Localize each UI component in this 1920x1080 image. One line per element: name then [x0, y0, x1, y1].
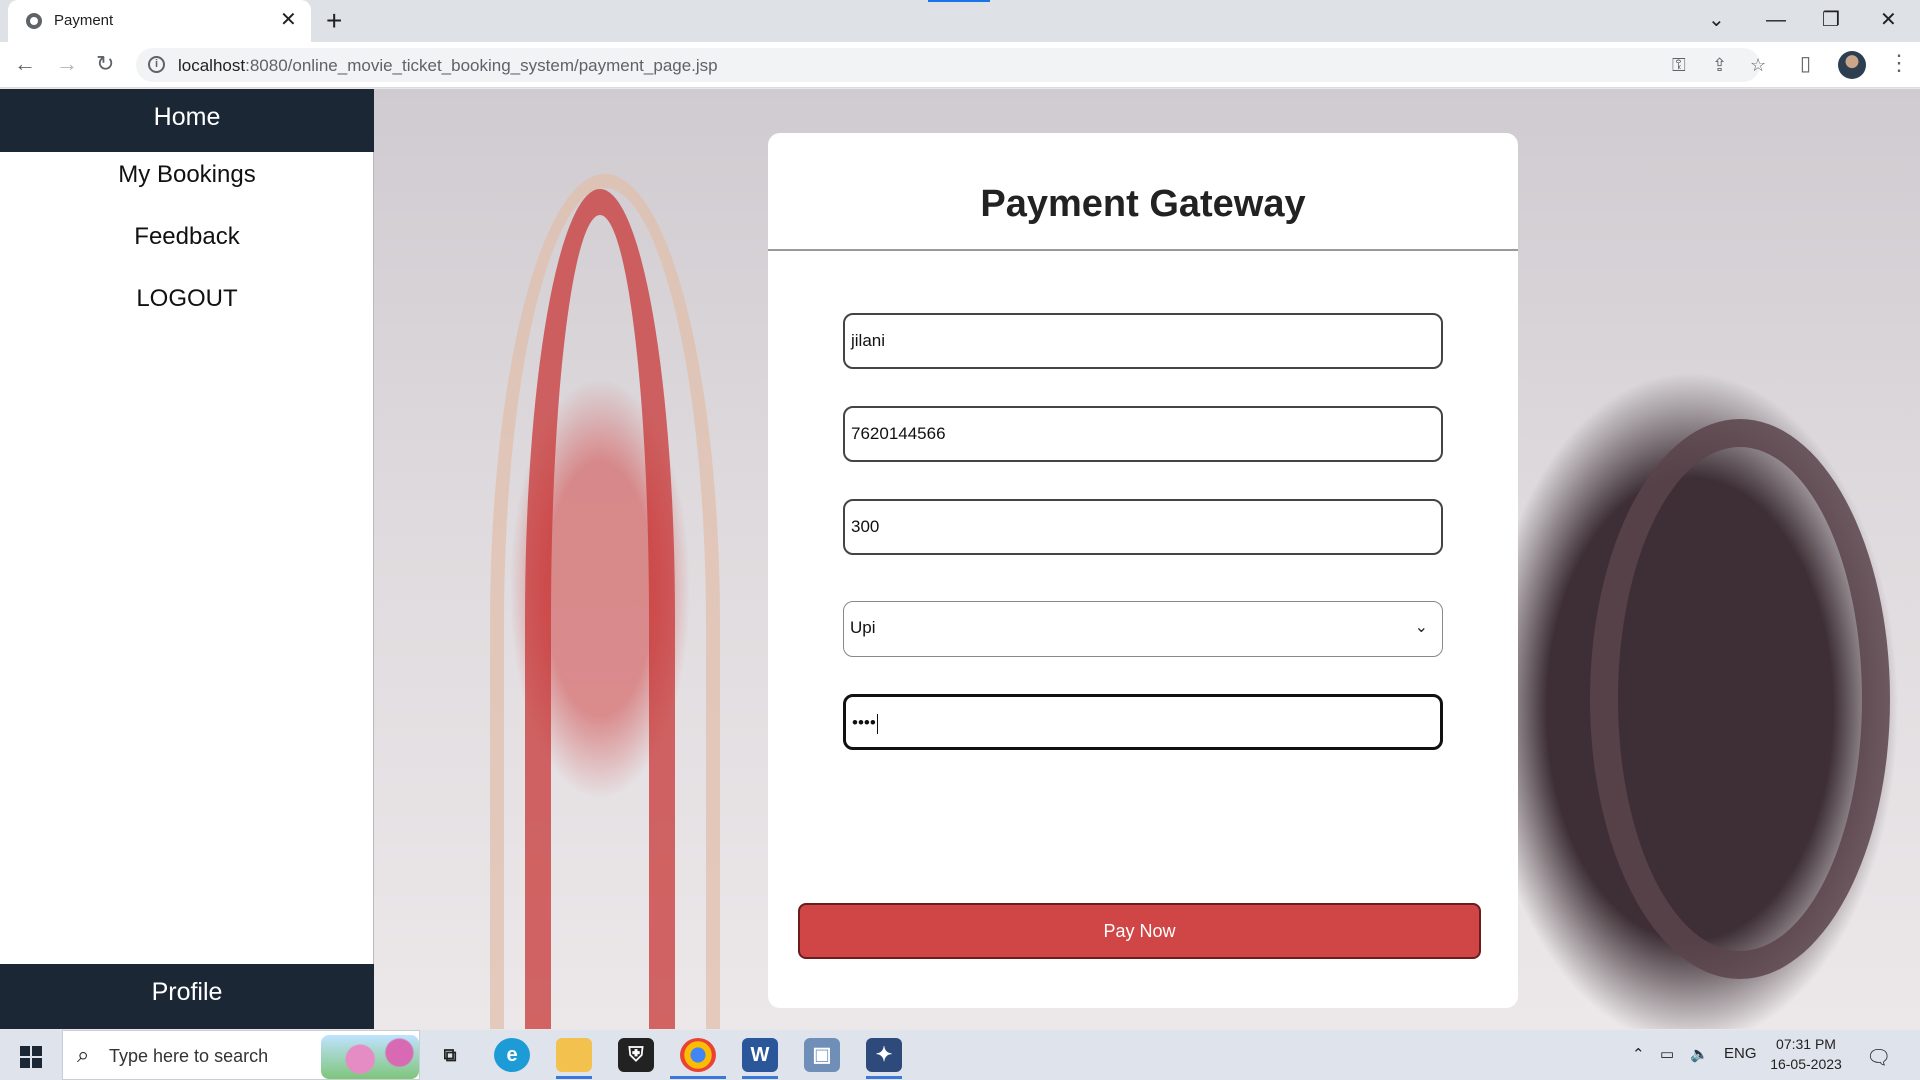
- payment-method-value: Upi: [850, 618, 876, 637]
- phone-field[interactable]: 7620144566: [843, 406, 1443, 462]
- text-caret: [876, 713, 878, 734]
- close-tab-icon[interactable]: ✕: [280, 9, 297, 31]
- active-app-indicator: [866, 1076, 902, 1079]
- sidebar-item-my-bookings[interactable]: My Bookings: [0, 161, 374, 189]
- language-indicator[interactable]: ENG: [1724, 1045, 1757, 1062]
- security-icon[interactable]: ⛨: [618, 1038, 654, 1072]
- name-field[interactable]: jilani: [843, 313, 1443, 369]
- reload-icon[interactable]: ↻: [96, 50, 114, 78]
- address-bar: ← → ↻ i localhost:8080/online_movie_tick…: [0, 42, 1920, 88]
- show-hidden-icons[interactable]: ⌃: [1632, 1045, 1645, 1063]
- film-strip-image: [525, 189, 675, 1029]
- volume-icon[interactable]: 🔈: [1690, 1045, 1709, 1063]
- chrome-icon[interactable]: [680, 1038, 716, 1072]
- page-title: Payment Gateway: [980, 183, 1306, 225]
- active-app-indicator: [556, 1076, 592, 1079]
- share-icon[interactable]: ⇪: [1712, 55, 1727, 76]
- back-icon[interactable]: ←: [14, 50, 36, 78]
- film-reel-image: [1590, 419, 1890, 979]
- active-app-indicator: [670, 1076, 726, 1079]
- menu-dots-icon[interactable]: ⋮: [1888, 50, 1910, 76]
- sidebar-item-profile[interactable]: Profile: [0, 964, 374, 1029]
- sidebar-item-logout[interactable]: LOGOUT: [0, 285, 374, 313]
- clock[interactable]: 07:31 PM 16-05-2023: [1766, 1034, 1846, 1074]
- clock-date: 16-05-2023: [1770, 1056, 1842, 1072]
- minimize-icon[interactable]: —: [1766, 6, 1786, 34]
- virtualbox-icon[interactable]: ▣: [804, 1038, 840, 1072]
- sidebar-item-home[interactable]: Home: [0, 89, 374, 152]
- url-field[interactable]: i localhost:8080/online_movie_ticket_boo…: [136, 48, 1766, 82]
- search-icon: ⌕: [77, 1042, 90, 1067]
- word-icon[interactable]: W: [742, 1038, 778, 1072]
- forward-icon[interactable]: →: [56, 50, 78, 78]
- tab-search-icon[interactable]: ⌄: [1708, 6, 1725, 34]
- browser-tab-bar: Payment ✕ + ⌄ — ❐ ✕: [0, 0, 1920, 42]
- edge-icon[interactable]: e: [494, 1038, 530, 1072]
- payment-card: Payment Gateway jilani 7620144566 300 Up…: [768, 133, 1518, 1008]
- page-background: Home My Bookings Feedback LOGOUT Profile…: [0, 89, 1920, 1029]
- sidebar-item-feedback[interactable]: Feedback: [0, 223, 374, 251]
- globe-icon: [26, 13, 42, 29]
- payment-method-select[interactable]: Upi ⌄: [843, 601, 1443, 657]
- site-info-icon[interactable]: i: [148, 56, 165, 73]
- file-explorer-icon[interactable]: [556, 1038, 592, 1072]
- divider: [768, 249, 1518, 251]
- search-highlight-image: [321, 1035, 419, 1079]
- notifications-icon[interactable]: 🗨: [1866, 1045, 1891, 1070]
- side-panel-icon[interactable]: ▯: [1800, 50, 1811, 78]
- battery-icon[interactable]: ▭: [1660, 1045, 1674, 1063]
- tab-title: Payment: [54, 12, 114, 29]
- windows-start-icon[interactable]: [20, 1046, 42, 1068]
- sidebar: Home My Bookings Feedback LOGOUT Profile: [0, 89, 374, 1029]
- chevron-down-icon: ⌄: [1414, 619, 1428, 636]
- tab-indicator: [928, 0, 990, 2]
- search-placeholder: Type here to search: [109, 1046, 269, 1066]
- close-window-icon[interactable]: ✕: [1880, 6, 1897, 34]
- amount-field[interactable]: 300: [843, 499, 1443, 555]
- url-text: localhost:8080/online_movie_ticket_booki…: [178, 56, 718, 75]
- restore-icon[interactable]: ❐: [1822, 6, 1840, 34]
- new-tab-icon[interactable]: +: [326, 6, 342, 36]
- pay-now-button[interactable]: Pay Now: [798, 903, 1481, 959]
- pin-field[interactable]: ••••: [843, 694, 1443, 750]
- profile-avatar[interactable]: [1838, 51, 1866, 79]
- taskbar: ⌕ Type here to search ⧉ e ⛨ W ▣ ✦ ⌃ ▭ 🔈 …: [0, 1030, 1920, 1080]
- browser-tab[interactable]: Payment ✕: [8, 0, 311, 42]
- clock-time: 07:31 PM: [1776, 1036, 1836, 1052]
- taskbar-search[interactable]: ⌕ Type here to search: [62, 1030, 420, 1080]
- active-app-indicator: [742, 1076, 778, 1079]
- pin-masked-value: ••••: [852, 713, 876, 732]
- eclipse-icon[interactable]: ✦: [866, 1038, 902, 1072]
- key-icon[interactable]: ⚿: [1672, 55, 1686, 76]
- bookmark-star-icon[interactable]: ☆: [1750, 55, 1766, 76]
- task-view-icon[interactable]: ⧉: [432, 1038, 468, 1072]
